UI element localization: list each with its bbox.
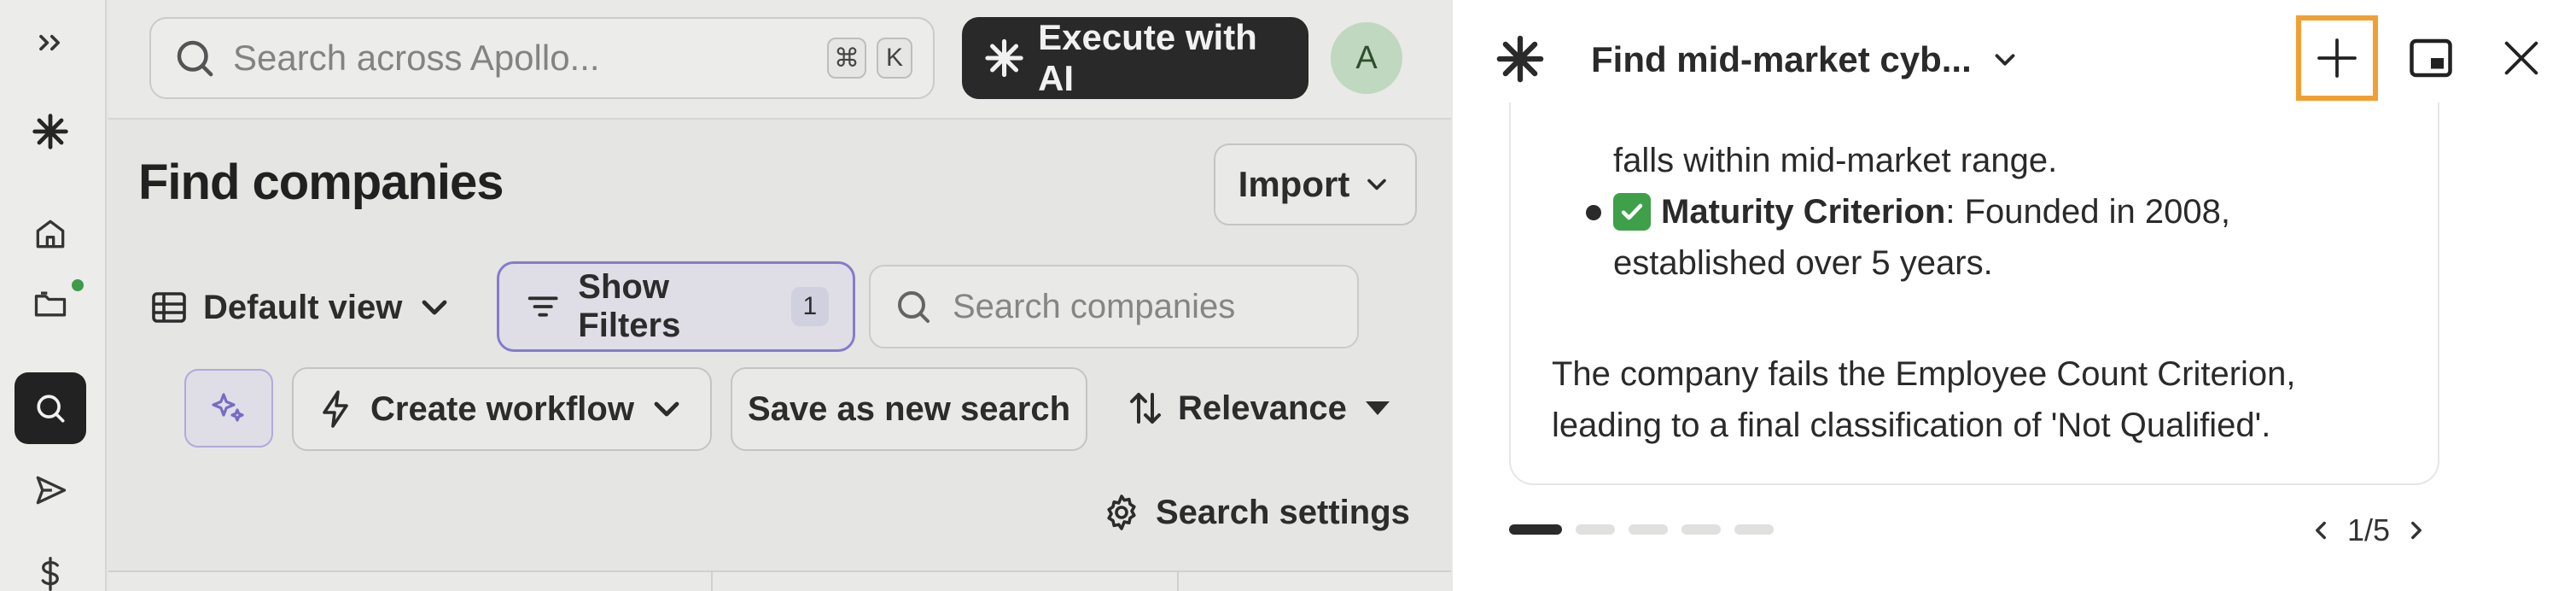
default-view-dropdown[interactable]: Default view — [149, 266, 455, 348]
sort-label: Relevance — [1178, 389, 1347, 427]
ai-assistant-panel: Find mid-market cyb... falls within mid-… — [1451, 0, 2576, 591]
progress-dot[interactable] — [1576, 524, 1615, 535]
global-search-input[interactable]: Search across Apollo... ⌘ K — [149, 17, 935, 99]
chevron-down-icon — [1995, 54, 2015, 66]
search-settings-button[interactable]: Search settings — [1101, 471, 1410, 553]
panel-header: Find mid-market cyb... — [1453, 0, 2576, 120]
nav-deals[interactable] — [15, 538, 86, 591]
create-workflow-label: Create workflow — [370, 389, 634, 428]
chevron-right-icon[interactable] — [2402, 516, 2431, 545]
left-nav-rail — [0, 0, 107, 591]
maturity-criterion-item: Maturity Criterion : Founded in 2008, — [1613, 186, 2230, 237]
criterion-text: : Founded in 2008, — [1945, 193, 2230, 231]
nav-sequences[interactable] — [15, 454, 86, 526]
conversation-title: Find mid-market cyb... — [1591, 39, 1972, 79]
lightning-icon — [323, 390, 348, 428]
top-bar: Search across Apollo... ⌘ K Execute with… — [108, 0, 1451, 120]
user-avatar[interactable]: A — [1331, 22, 1402, 94]
caret-down-icon — [1365, 401, 1390, 415]
apollo-logo-icon — [32, 114, 68, 149]
magic-sparkle-icon — [212, 393, 244, 422]
sparkle-icon — [985, 38, 1023, 78]
nav-folder[interactable] — [15, 268, 86, 340]
conversation-title-dropdown[interactable]: Find mid-market cyb... — [1591, 34, 2021, 85]
assistant-message-card: falls within mid-market range. Maturity … — [1509, 102, 2439, 485]
close-panel-button[interactable] — [2494, 31, 2549, 85]
progress-dot[interactable] — [1734, 524, 1774, 535]
filters-count-badge: 1 — [790, 287, 829, 326]
nav-search[interactable] — [15, 372, 86, 444]
picture-in-picture-icon — [2410, 38, 2452, 78]
import-button[interactable]: Import — [1214, 143, 1417, 225]
search-icon — [177, 40, 213, 77]
global-search-placeholder: Search across Apollo... — [233, 38, 600, 78]
chevron-down-icon — [654, 401, 679, 417]
search-settings-label: Search settings — [1156, 493, 1410, 531]
chevron-down-icon — [1367, 178, 1387, 190]
ai-filter-button[interactable] — [184, 369, 273, 448]
save-search-label: Save as new search — [747, 389, 1071, 428]
apollo-logo-icon — [1496, 35, 1544, 83]
chevron-down-icon — [423, 300, 447, 315]
execute-with-ai-button[interactable]: Execute with AI — [962, 17, 1308, 99]
message-pager: 1/5 — [2306, 509, 2431, 552]
apollo-logo[interactable] — [15, 96, 86, 167]
k-key-hint: K — [877, 38, 912, 79]
gear-icon — [1107, 494, 1136, 530]
table-icon — [152, 292, 186, 323]
criterion-text-continued: established over 5 years. — [1613, 244, 1993, 282]
results-table-header — [108, 571, 1451, 591]
company-search-placeholder: Search companies — [953, 287, 1236, 325]
message-summary-line: leading to a final classification of 'No… — [1552, 407, 2271, 444]
plus-icon — [2317, 38, 2357, 78]
column-divider — [711, 572, 713, 591]
notification-dot — [69, 277, 86, 294]
create-workflow-dropdown[interactable]: Create workflow — [292, 367, 712, 451]
criterion-label: Maturity Criterion — [1661, 193, 1946, 231]
filter-lines-icon — [527, 296, 558, 317]
message-continued-text: falls within mid-market range. — [1613, 142, 2058, 179]
dollar-icon — [41, 557, 59, 591]
import-label: Import — [1238, 164, 1350, 204]
cmd-key-hint: ⌘ — [827, 38, 866, 79]
sort-relevance-dropdown[interactable]: Relevance — [1125, 367, 1390, 449]
search-icon — [37, 395, 65, 423]
progress-dot[interactable] — [1681, 524, 1721, 535]
progress-dot[interactable] — [1509, 524, 1562, 535]
show-filters-button[interactable]: Show Filters 1 — [497, 261, 855, 352]
page-title: Find companies — [138, 155, 504, 210]
chevrons-right-icon — [39, 34, 60, 51]
execute-with-ai-label: Execute with AI — [1038, 17, 1257, 98]
chevron-left-icon[interactable] — [2306, 516, 2335, 545]
column-divider — [1177, 572, 1179, 591]
check-mark-icon — [1613, 193, 1651, 231]
search-icon — [898, 291, 930, 323]
show-filters-label: Show Filters — [578, 268, 681, 344]
progress-dot[interactable] — [1629, 524, 1668, 535]
dock-panel-button[interactable] — [2404, 31, 2458, 85]
home-icon — [36, 219, 65, 249]
close-icon — [2504, 41, 2538, 75]
new-chat-button[interactable] — [2296, 15, 2378, 101]
save-as-new-search-button[interactable]: Save as new search — [731, 367, 1087, 451]
send-icon — [36, 476, 67, 505]
nav-home[interactable] — [15, 198, 86, 270]
company-search-input[interactable]: Search companies — [869, 265, 1359, 348]
message-summary-line: The company fails the Employee Count Cri… — [1552, 355, 2296, 393]
apollo-app: Search across Apollo... ⌘ K Execute with… — [0, 0, 1451, 591]
pager-count: 1/5 — [2347, 512, 2391, 547]
folder-icon — [34, 291, 67, 317]
progress-dots — [1509, 524, 1787, 535]
expand-sidebar-button[interactable] — [15, 7, 86, 79]
sort-arrows-icon — [1130, 393, 1161, 424]
default-view-label: Default view — [203, 288, 403, 326]
list-bullet — [1586, 205, 1601, 220]
